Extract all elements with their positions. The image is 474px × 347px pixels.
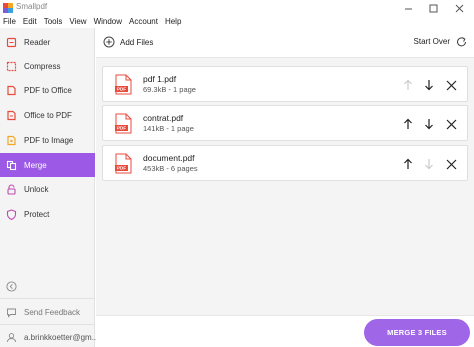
start-over-button[interactable]: Start Over — [414, 36, 467, 47]
move-down-button[interactable] — [422, 157, 436, 171]
arrow-down-icon — [425, 119, 433, 130]
remove-file-button[interactable] — [444, 78, 458, 92]
pdf-file-icon: PDF — [115, 153, 132, 174]
pdf-badge: PDF — [117, 87, 126, 92]
restart-icon — [457, 37, 466, 47]
add-icon — [103, 36, 115, 48]
add-files-label: Add Files — [120, 37, 154, 47]
minimize-icon — [404, 8, 412, 9]
sidebar-item-label: Protect — [24, 209, 50, 219]
pdf-file-icon: PDF — [115, 74, 132, 95]
collapse-sidebar-button[interactable] — [0, 276, 95, 296]
remove-file-button[interactable] — [444, 117, 458, 131]
compress-icon — [6, 61, 17, 72]
close-window-button[interactable] — [446, 0, 472, 16]
start-over-label: Start Over — [413, 37, 450, 46]
user-icon — [6, 332, 17, 343]
merge-files-button[interactable]: MERGE 3 FILES — [364, 319, 470, 346]
send-feedback-label: Send Feedback — [24, 307, 81, 317]
arrow-up-icon — [404, 158, 412, 169]
title-bar: Smallpdf — [0, 0, 474, 16]
send-feedback-link[interactable]: Send Feedback — [0, 302, 95, 322]
sidebar-item-pdf-to-office[interactable]: PDF to Office — [0, 78, 95, 102]
move-up-button[interactable] — [401, 117, 415, 131]
file-row[interactable]: PDF pdf 1.pdf 69.3kB - 1 page — [102, 66, 468, 102]
menu-bar: File Edit Tools View Window Account Help — [0, 16, 474, 28]
arrow-down-icon — [425, 159, 433, 170]
window-title: Smallpdf — [16, 2, 48, 11]
file-name: pdf 1.pdf — [143, 74, 177, 84]
sidebar-item-reader[interactable]: Reader — [0, 30, 95, 54]
smallpdf-logo-icon — [3, 3, 13, 13]
move-up-button[interactable] — [401, 157, 415, 171]
chevron-left-icon — [6, 280, 17, 292]
remove-file-button[interactable] — [444, 157, 458, 171]
menu-help[interactable]: Help — [165, 16, 181, 28]
merge-icon — [6, 160, 17, 171]
sidebar-item-label: PDF to Office — [24, 85, 72, 95]
arrow-up-icon — [404, 79, 412, 90]
main-content: Add Files Start Over PDF pdf 1.pdf 69.3k… — [96, 28, 474, 347]
sidebar-item-compress[interactable]: Compress — [0, 54, 95, 78]
minimize-button[interactable] — [395, 0, 421, 16]
sidebar-item-label: Reader — [24, 37, 51, 47]
add-files-button[interactable]: Add Files — [103, 36, 153, 48]
sidebar-divider — [0, 324, 95, 325]
file-meta: 69.3kB - 1 page — [143, 85, 196, 94]
move-up-button[interactable] — [401, 78, 415, 92]
sidebar: Reader Compress PDF to Office Office to … — [0, 28, 99, 347]
file-name: contrat.pdf — [143, 113, 184, 123]
maximize-icon — [429, 4, 437, 12]
close-icon — [446, 159, 456, 169]
sidebar-divider — [0, 298, 95, 299]
close-icon — [455, 4, 463, 12]
menu-view[interactable]: View — [69, 16, 86, 28]
sidebar-item-label: Unlock — [24, 184, 49, 194]
toolbar: Add Files Start Over — [96, 28, 474, 58]
unlock-icon — [6, 183, 17, 195]
sidebar-item-office-to-pdf[interactable]: Office to PDF — [0, 103, 95, 127]
sidebar-item-label: Compress — [24, 61, 61, 71]
sidebar-item-unlock[interactable]: Unlock — [0, 177, 95, 201]
sidebar-item-label: Office to PDF — [24, 110, 72, 120]
protect-icon — [6, 208, 17, 220]
file-meta: 453kB - 6 pages — [143, 164, 198, 173]
sidebar-item-pdf-to-image[interactable]: PDF to Image — [0, 128, 95, 152]
account-email: a.brinkkoetter@gm... — [24, 332, 99, 342]
pdf-file-icon: PDF — [115, 113, 132, 134]
sidebar-item-label: Merge — [24, 160, 47, 170]
file-name: document.pdf — [143, 153, 195, 163]
reader-icon — [6, 37, 17, 48]
menu-tools[interactable]: Tools — [44, 16, 63, 28]
file-meta: 141kB - 1 page — [143, 124, 194, 133]
menu-file[interactable]: File — [3, 16, 16, 28]
pdf-badge: PDF — [117, 126, 126, 131]
sidebar-item-merge[interactable]: Merge — [0, 153, 95, 177]
sidebar-item-protect[interactable]: Protect — [0, 202, 95, 226]
sidebar-item-label: PDF to Image — [24, 135, 74, 145]
menu-window[interactable]: Window — [94, 16, 122, 28]
app-window: Smallpdf File Edit Tools View Window Acc… — [0, 0, 474, 347]
pdf-to-image-icon — [6, 135, 17, 146]
menu-edit[interactable]: Edit — [23, 16, 37, 28]
maximize-button[interactable] — [420, 0, 446, 16]
bottom-bar: MERGE 3 FILES — [96, 315, 474, 347]
move-down-button[interactable] — [422, 117, 436, 131]
account-link[interactable]: a.brinkkoetter@gm... — [0, 327, 99, 347]
pdf-to-office-icon — [6, 85, 17, 96]
feedback-icon — [6, 307, 17, 318]
close-icon — [446, 119, 456, 129]
pdf-badge: PDF — [117, 166, 126, 171]
office-to-pdf-icon — [6, 110, 17, 121]
move-down-button[interactable] — [422, 78, 436, 92]
file-row[interactable]: PDF document.pdf 453kB - 6 pages — [102, 145, 468, 181]
menu-account[interactable]: Account — [129, 16, 158, 28]
close-icon — [446, 80, 456, 90]
arrow-down-icon — [425, 80, 433, 91]
file-row[interactable]: PDF contrat.pdf 141kB - 1 page — [102, 105, 468, 141]
arrow-up-icon — [404, 118, 412, 129]
